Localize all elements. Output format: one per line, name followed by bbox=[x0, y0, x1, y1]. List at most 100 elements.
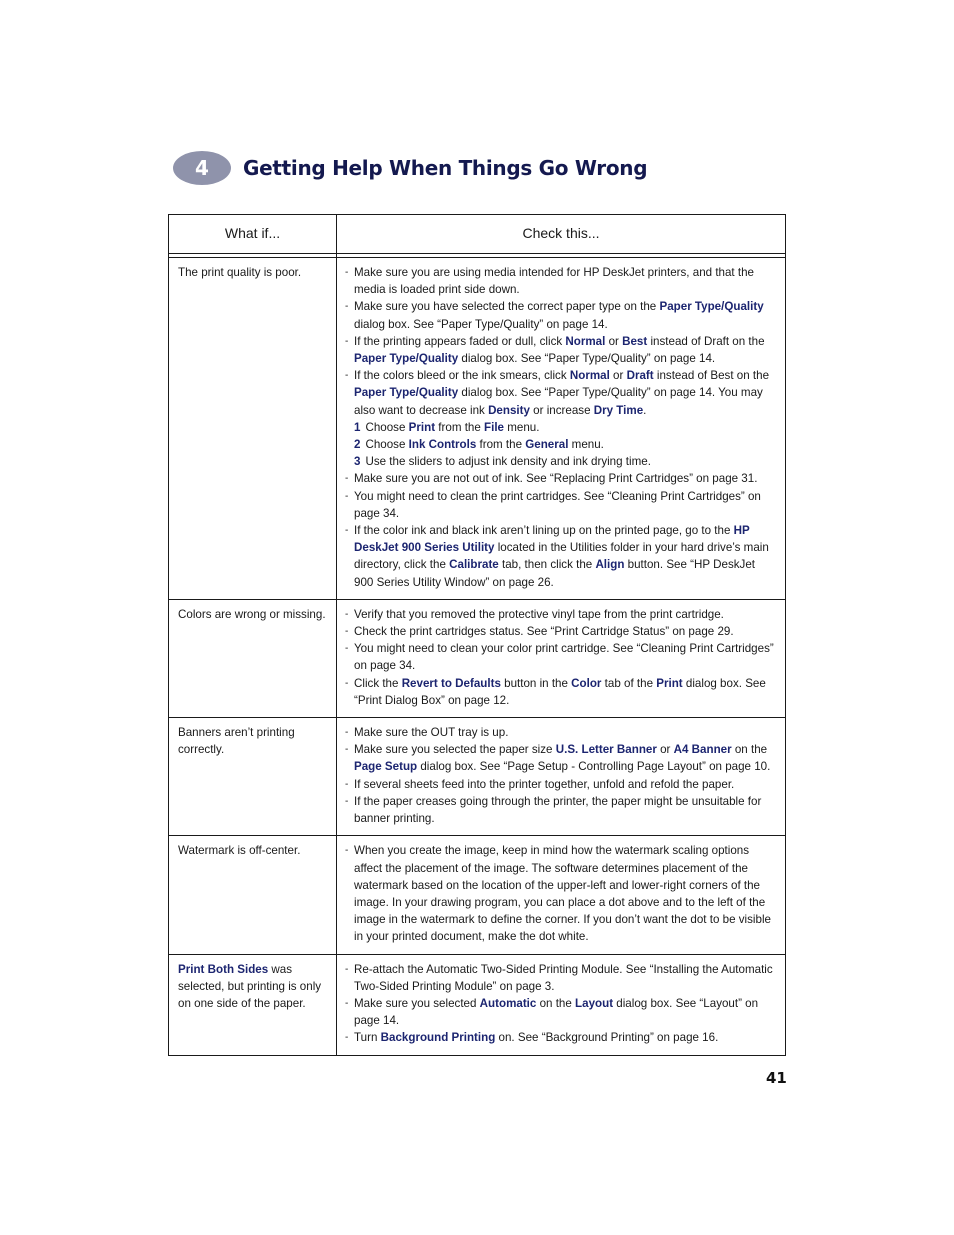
text-run: Make sure the OUT tray is up. bbox=[354, 726, 509, 740]
numbered-step: 3 Use the sliders to adjust ink density a… bbox=[345, 453, 775, 470]
text-run: or bbox=[609, 369, 627, 383]
ui-term: Color bbox=[571, 676, 602, 690]
text-run: Use the sliders to adjust ink density an… bbox=[365, 455, 651, 469]
solution-cell: Make sure the OUT tray is up.Make sure y… bbox=[336, 717, 786, 837]
problem-cell: Print Both Sides was selected, but print… bbox=[168, 953, 337, 1056]
table-row: Watermark is off-center. When you create … bbox=[168, 835, 786, 955]
text-run: on the bbox=[536, 996, 576, 1010]
text-run: . bbox=[643, 403, 647, 417]
text-run: dialog box. See “Paper Type/Quality” on … bbox=[354, 317, 608, 331]
problem-cell: Banners aren’t printing correctly. bbox=[168, 717, 337, 837]
solution-list: Re-attach the Automatic Two-Sided Printi… bbox=[345, 961, 775, 1047]
column-header-check-this: Check this... bbox=[336, 214, 786, 254]
step-number: 1 bbox=[354, 420, 361, 434]
ui-term: Print bbox=[656, 676, 683, 690]
chapter-number-badge: 4 bbox=[173, 151, 231, 185]
text-run: Choose bbox=[365, 438, 409, 452]
text-run: or bbox=[656, 743, 674, 757]
solution-cell: Verify that you removed the protective v… bbox=[336, 598, 786, 719]
text-run: If the paper creases going through the p… bbox=[354, 794, 762, 826]
solution-list: Make sure you are using media intended f… bbox=[345, 264, 775, 591]
ui-term: Paper Type/Quality bbox=[659, 300, 764, 314]
solution-bullet: You might need to clean the print cartri… bbox=[345, 488, 775, 522]
ui-term: Density bbox=[488, 403, 530, 417]
problem-cell: The print quality is poor. bbox=[168, 257, 337, 600]
text-run: dialog box. See “Page Setup - Controllin… bbox=[417, 760, 771, 774]
troubleshooting-table: What if... Check this... The print quali… bbox=[168, 214, 786, 1056]
ui-term: Normal bbox=[565, 334, 606, 348]
ui-term: Calibrate bbox=[449, 558, 499, 572]
ui-term: Ink Controls bbox=[408, 438, 477, 452]
solution-list: Make sure the OUT tray is up.Make sure y… bbox=[345, 724, 775, 827]
table-row: The print quality is poor. Make sure you … bbox=[168, 257, 786, 600]
text-run: When you create the image, keep in mind … bbox=[354, 844, 771, 944]
solution-bullet: If the printing appears faded or dull, c… bbox=[345, 333, 775, 367]
ui-term: Align bbox=[595, 558, 625, 572]
step-number: 2 bbox=[354, 438, 361, 452]
text-run: Watermark is off-center. bbox=[178, 844, 301, 858]
solution-bullet: Check the print cartridges status. See “… bbox=[345, 623, 775, 640]
solution-bullet: If the paper creases going through the p… bbox=[345, 793, 775, 827]
solution-list: When you create the image, keep in mind … bbox=[345, 842, 775, 945]
ui-term: Automatic bbox=[479, 996, 537, 1010]
text-run: You might need to clean your color print… bbox=[354, 642, 774, 673]
text-run: Banners aren’t printing correctly. bbox=[178, 726, 295, 757]
text-run: The print quality is poor. bbox=[178, 266, 302, 279]
solution-bullet: If several sheets feed into the printer … bbox=[345, 776, 775, 793]
ui-term: A4 Banner bbox=[673, 743, 732, 757]
text-run: on the bbox=[731, 743, 768, 757]
text-run: Turn bbox=[354, 1031, 381, 1045]
solution-bullet: Make sure the OUT tray is up. bbox=[345, 724, 775, 741]
text-run: instead of Best on the bbox=[653, 369, 770, 383]
text-run: Make sure you selected the paper size bbox=[354, 743, 556, 757]
ui-term: Layout bbox=[575, 996, 614, 1010]
problem-cell: Watermark is off-center. bbox=[168, 835, 337, 955]
text-run: tab of the bbox=[601, 676, 657, 690]
text-run: tab, then click the bbox=[498, 558, 596, 572]
text-run: dialog box. See “Paper Type/Quality” on … bbox=[458, 352, 716, 366]
ui-term: Draft bbox=[626, 369, 654, 383]
ui-term: File bbox=[484, 420, 505, 434]
text-run: Make sure you are using media intended f… bbox=[354, 266, 754, 297]
ui-term: Paper Type/Quality bbox=[354, 352, 459, 366]
solution-bullet: You might need to clean your color print… bbox=[345, 640, 775, 674]
solution-bullet: When you create the image, keep in mind … bbox=[345, 842, 775, 945]
text-run: Make sure you are not out of ink. See “R… bbox=[354, 472, 758, 486]
text-run: menu. bbox=[568, 438, 604, 452]
solution-cell: Make sure you are using media intended f… bbox=[336, 257, 786, 600]
solution-bullet: If the colors bleed or the ink smears, c… bbox=[345, 367, 775, 419]
solution-cell: Re-attach the Automatic Two-Sided Printi… bbox=[336, 953, 786, 1056]
table-row: Banners aren’t printing correctly. Make s… bbox=[168, 717, 786, 837]
text-run: button in the bbox=[500, 676, 572, 690]
text-run: If several sheets feed into the printer … bbox=[354, 777, 735, 791]
ui-term: Dry Time bbox=[593, 403, 644, 417]
solution-bullet: Re-attach the Automatic Two-Sided Printi… bbox=[345, 961, 775, 995]
text-run: from the bbox=[435, 420, 485, 434]
ui-term: Best bbox=[622, 334, 648, 348]
table-body: The print quality is poor. Make sure you … bbox=[168, 257, 786, 1056]
text-run: Colors are wrong or missing. bbox=[178, 607, 326, 621]
solution-bullet: Make sure you selected Automatic on the … bbox=[345, 995, 775, 1029]
text-run: menu. bbox=[504, 420, 540, 434]
text-run: If the color ink and black ink aren’t li… bbox=[354, 524, 734, 538]
ui-term: Print bbox=[408, 420, 436, 434]
ui-term: U.S. Letter Banner bbox=[555, 743, 657, 757]
text-run: from the bbox=[476, 438, 526, 452]
text-run: Check the print cartridges status. See “… bbox=[354, 625, 734, 639]
table-row: Colors are wrong or missing. Verify that … bbox=[168, 598, 786, 719]
text-run: Verify that you removed the protective v… bbox=[354, 607, 724, 621]
table-row: Print Both Sides was selected, but print… bbox=[168, 953, 786, 1056]
text-run: Make sure you have selected the correct … bbox=[354, 300, 660, 314]
page-number: 41 bbox=[766, 1069, 787, 1087]
text-run: Choose bbox=[365, 420, 409, 434]
text-run: Re-attach the Automatic Two-Sided Printi… bbox=[354, 962, 773, 993]
solution-bullet: Make sure you selected the paper size U.… bbox=[345, 741, 775, 775]
solution-list: Verify that you removed the protective v… bbox=[345, 606, 775, 709]
text-run: If the colors bleed or the ink smears, c… bbox=[354, 369, 570, 383]
text-run: instead of Draft on the bbox=[647, 334, 765, 348]
ui-term: Page Setup bbox=[354, 760, 418, 774]
table-header-row: What if... Check this... bbox=[168, 214, 786, 254]
chapter-header: 4 Getting Help When Things Go Wrong bbox=[173, 150, 648, 186]
ui-term: Revert to Defaults bbox=[401, 676, 501, 690]
solution-bullet: Make sure you are not out of ink. See “R… bbox=[345, 470, 775, 487]
